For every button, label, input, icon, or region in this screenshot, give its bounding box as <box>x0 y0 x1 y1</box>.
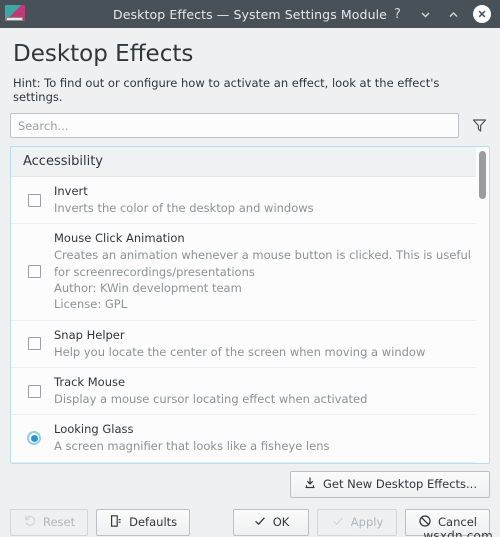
effects-list: Accessibility Invert Inverts the color o… <box>10 146 490 464</box>
check-icon <box>331 514 345 531</box>
effect-checkbox-mouse-click-animation[interactable] <box>23 265 45 279</box>
download-icon <box>303 476 317 493</box>
effects-list-scroll-area: Accessibility Invert Inverts the color o… <box>11 147 489 463</box>
hint-text: Hint: To find out or configure how to ac… <box>13 76 440 104</box>
list-item[interactable]: Mouse Click Animation Creates an animati… <box>11 224 489 321</box>
defaults-button[interactable]: Defaults <box>96 508 191 536</box>
list-scrollbar[interactable] <box>476 147 489 463</box>
effect-radio-looking-glass[interactable] <box>23 431 45 446</box>
defaults-label: Defaults <box>129 515 178 530</box>
effect-name: Invert <box>54 184 88 198</box>
search-row <box>10 113 490 138</box>
reset-label: Reset <box>43 515 76 530</box>
effect-text: Snap Helper Help you locate the center o… <box>54 328 479 360</box>
get-new-desktop-effects-label: Get New Desktop Effects... <box>322 477 477 492</box>
reset-button[interactable]: Reset <box>10 508 89 536</box>
effect-text: Looking Glass A screen magnifier that lo… <box>54 422 479 454</box>
page-title: Desktop Effects <box>13 41 194 67</box>
effect-checkbox-snap-helper[interactable] <box>23 337 45 351</box>
list-item[interactable]: Track Mouse Display a mouse cursor locat… <box>11 368 489 416</box>
section-header-accessibility: Accessibility <box>11 147 489 177</box>
effect-author: Author: KWin development team <box>54 280 242 295</box>
effect-description: Help you locate the center of the screen… <box>54 344 426 359</box>
apply-label: Apply <box>350 515 384 530</box>
effect-text: Mouse Click Animation Creates an animati… <box>54 231 479 312</box>
list-item[interactable]: Snap Helper Help you locate the center o… <box>11 321 489 368</box>
scrollbar-thumb[interactable] <box>479 151 486 199</box>
ok-button[interactable]: OK <box>233 508 310 536</box>
ok-label: OK <box>272 515 290 530</box>
watermark: wsxdn.com <box>423 528 493 537</box>
effect-text: Track Mouse Display a mouse cursor locat… <box>54 375 479 407</box>
window-controls: ? <box>389 5 500 23</box>
list-item[interactable]: Invert Inverts the color of the desktop … <box>11 177 489 225</box>
list-item[interactable]: Looking Glass A screen magnifier that lo… <box>11 415 489 463</box>
check-icon <box>253 514 267 531</box>
close-icon[interactable] <box>473 5 491 23</box>
effect-text: Invert Inverts the color of the desktop … <box>54 184 479 216</box>
undo-arrow-icon <box>23 514 37 531</box>
footer-bottom-row: Reset Defaults OK Apply Cancel <box>10 508 490 536</box>
help-icon[interactable]: ? <box>389 6 406 23</box>
search-input[interactable] <box>10 113 459 138</box>
effect-description: Inverts the color of the desktop and win… <box>54 201 314 215</box>
footer-top-row: Get New Desktop Effects... <box>10 470 490 498</box>
effect-name: Mouse Click Animation <box>54 231 185 246</box>
cancel-label: Cancel <box>438 515 477 530</box>
effect-description: Display a mouse cursor locating effect w… <box>54 391 368 406</box>
effect-name: Snap Helper <box>54 327 125 342</box>
maximize-icon[interactable] <box>445 6 462 23</box>
footer: Get New Desktop Effects... Reset Default… <box>0 464 500 537</box>
apply-button[interactable]: Apply <box>317 508 398 536</box>
main-content: Desktop Effects Hint: To find out or con… <box>0 28 500 464</box>
effect-description: Creates an animation whenever a mouse bu… <box>54 248 471 279</box>
effect-license: License: GPL <box>54 297 128 312</box>
title-bar: Desktop Effects — System Settings Module… <box>0 0 500 28</box>
effect-description: A screen magnifier that looks like a fis… <box>54 439 330 454</box>
minimize-icon[interactable] <box>417 6 434 23</box>
document-restore-icon <box>109 514 123 531</box>
effect-checkbox-invert[interactable] <box>23 193 45 207</box>
get-new-desktop-effects-button[interactable]: Get New Desktop Effects... <box>289 470 490 498</box>
filter-funnel-icon[interactable] <box>468 115 490 137</box>
effect-name: Looking Glass <box>54 422 134 437</box>
desktop-effects-icon <box>5 4 25 24</box>
effect-name: Track Mouse <box>54 374 126 389</box>
effect-checkbox-track-mouse[interactable] <box>23 384 45 398</box>
desktop-effects-window: Desktop Effects — System Settings Module… <box>0 0 500 537</box>
